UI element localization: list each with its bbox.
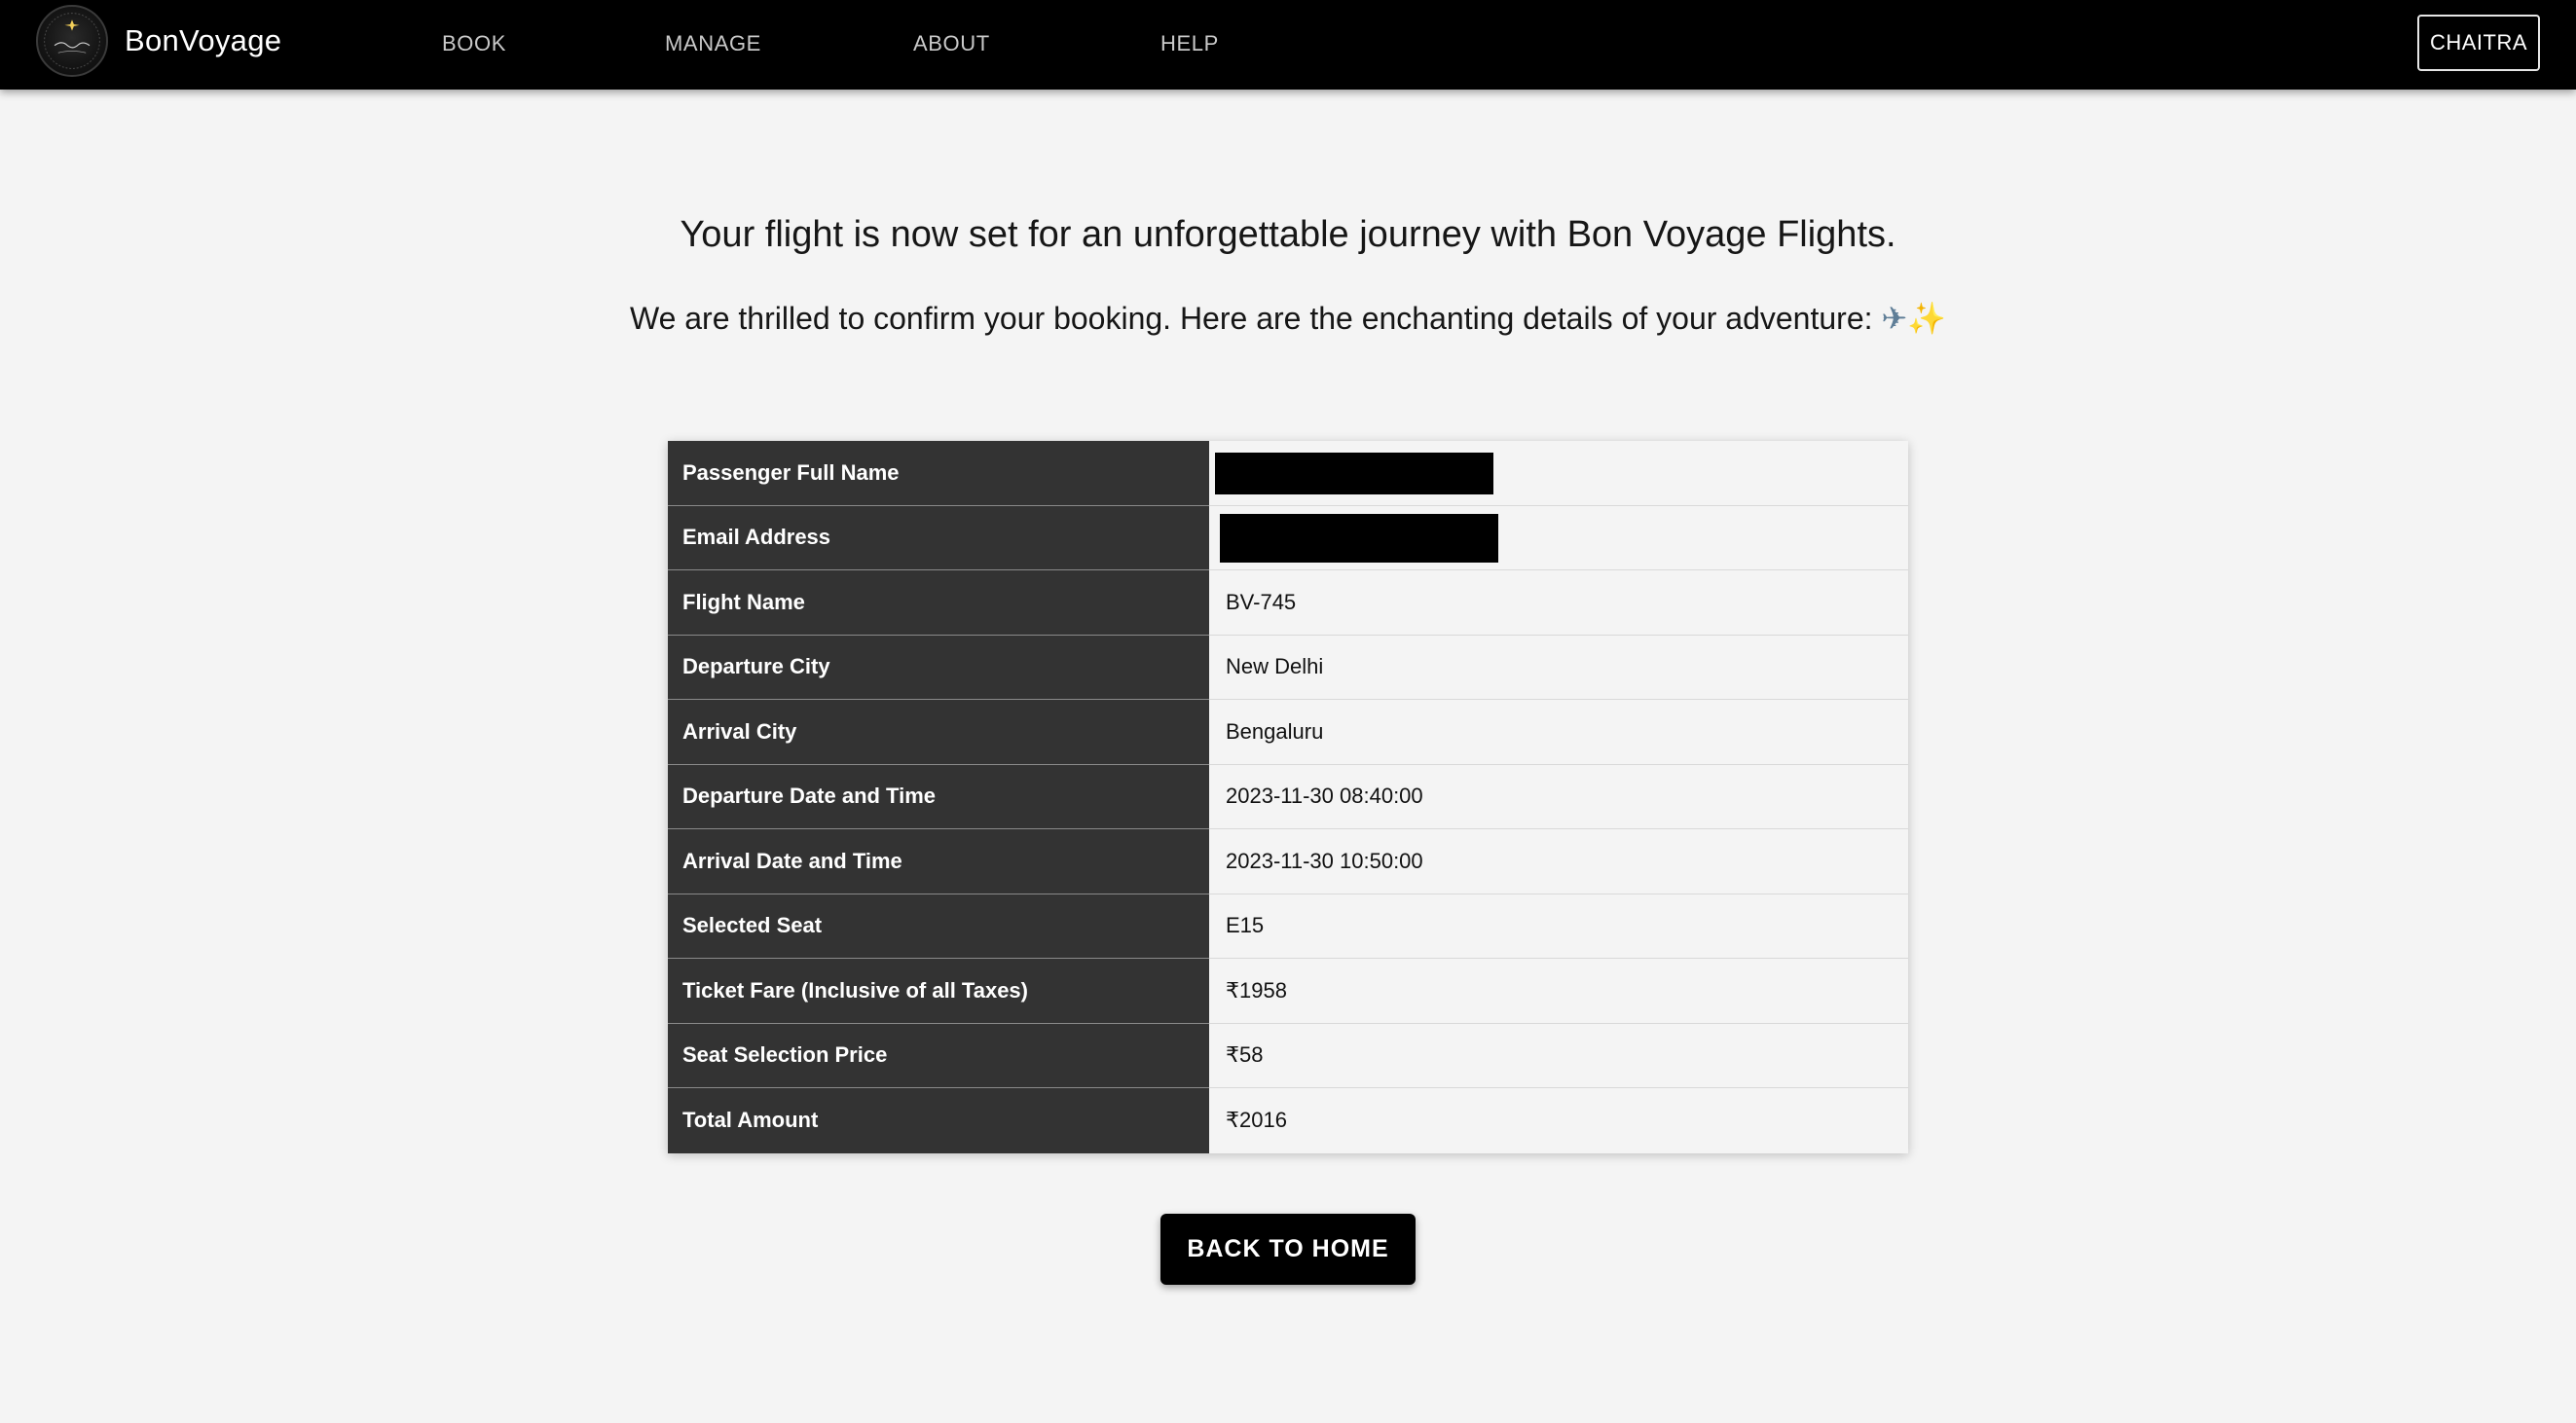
- sparkles-icon: ✨: [1907, 300, 1947, 337]
- nav-link-help[interactable]: HELP: [1160, 31, 1219, 56]
- bon-voyage-logo-icon[interactable]: [36, 5, 108, 77]
- row-value: [1209, 441, 1908, 505]
- confirmation-headline: Your flight is now set for an unforgetta…: [680, 214, 1896, 255]
- row-label: Arrival Date and Time: [668, 829, 1209, 894]
- table-row-flight-name: Flight Name BV-745: [668, 570, 1908, 636]
- row-value: BV-745: [1226, 589, 1297, 614]
- table-row-passenger-name: Passenger Full Name: [668, 441, 1908, 506]
- table-row-departure-datetime: Departure Date and Time 2023-11-30 08:40…: [668, 764, 1908, 829]
- row-label: Seat Selection Price: [668, 1023, 1209, 1088]
- row-label: Arrival City: [668, 700, 1209, 765]
- confirmation-subline-text: We are thrilled to confirm your booking.…: [629, 301, 1873, 336]
- row-label: Departure City: [668, 635, 1209, 700]
- row-label: Ticket Fare (Inclusive of all Taxes): [668, 959, 1209, 1024]
- row-label: Selected Seat: [668, 894, 1209, 959]
- row-label: Email Address: [668, 505, 1209, 570]
- nav-link-about[interactable]: ABOUT: [913, 31, 990, 56]
- row-value: 2023-11-30 08:40:00: [1226, 784, 1423, 809]
- table-row-selected-seat: Selected Seat E15: [668, 894, 1908, 959]
- table-row-arrival-city: Arrival City Bengaluru: [668, 700, 1908, 765]
- table-row-departure-city: Departure City New Delhi: [668, 635, 1908, 700]
- table-row-email: Email Address: [668, 505, 1908, 570]
- row-value: ₹58: [1226, 1042, 1264, 1068]
- airplane-icon: ✈: [1881, 300, 1908, 337]
- redacted-block: [1220, 513, 1498, 563]
- row-value: 2023-11-30 10:50:00: [1226, 848, 1423, 873]
- row-value: ₹1958: [1226, 977, 1287, 1003]
- row-label: Passenger Full Name: [668, 441, 1209, 506]
- redacted-block: [1215, 453, 1493, 494]
- booking-details-table: Passenger Full Name Email Address Flight…: [668, 441, 1908, 1153]
- row-label: Departure Date and Time: [668, 764, 1209, 829]
- table-row-arrival-datetime: Arrival Date and Time 2023-11-30 10:50:0…: [668, 829, 1908, 894]
- brand-name[interactable]: BonVoyage: [125, 23, 281, 58]
- nav-link-book[interactable]: BOOK: [442, 31, 506, 56]
- table-row-ticket-fare: Ticket Fare (Inclusive of all Taxes) ₹19…: [668, 959, 1908, 1024]
- row-value: Bengaluru: [1226, 718, 1324, 744]
- row-label: Total Amount: [668, 1088, 1209, 1153]
- confirmation-subline: We are thrilled to confirm your booking.…: [0, 300, 2576, 337]
- row-value: [1209, 506, 1908, 570]
- back-to-home-button[interactable]: BACK TO HOME: [1160, 1214, 1416, 1285]
- table-row-total-amount: Total Amount ₹2016: [668, 1088, 1908, 1153]
- user-account-button[interactable]: CHAITRA: [2417, 15, 2540, 71]
- row-value: E15: [1226, 913, 1265, 938]
- row-value: ₹2016: [1226, 1108, 1287, 1133]
- nav-link-manage[interactable]: MANAGE: [665, 31, 761, 56]
- top-navbar: BonVoyage BOOK MANAGE ABOUT HELP CHAITRA: [0, 0, 2576, 90]
- row-label: Flight Name: [668, 570, 1209, 636]
- row-value: New Delhi: [1226, 654, 1324, 679]
- table-row-seat-price: Seat Selection Price ₹58: [668, 1023, 1908, 1088]
